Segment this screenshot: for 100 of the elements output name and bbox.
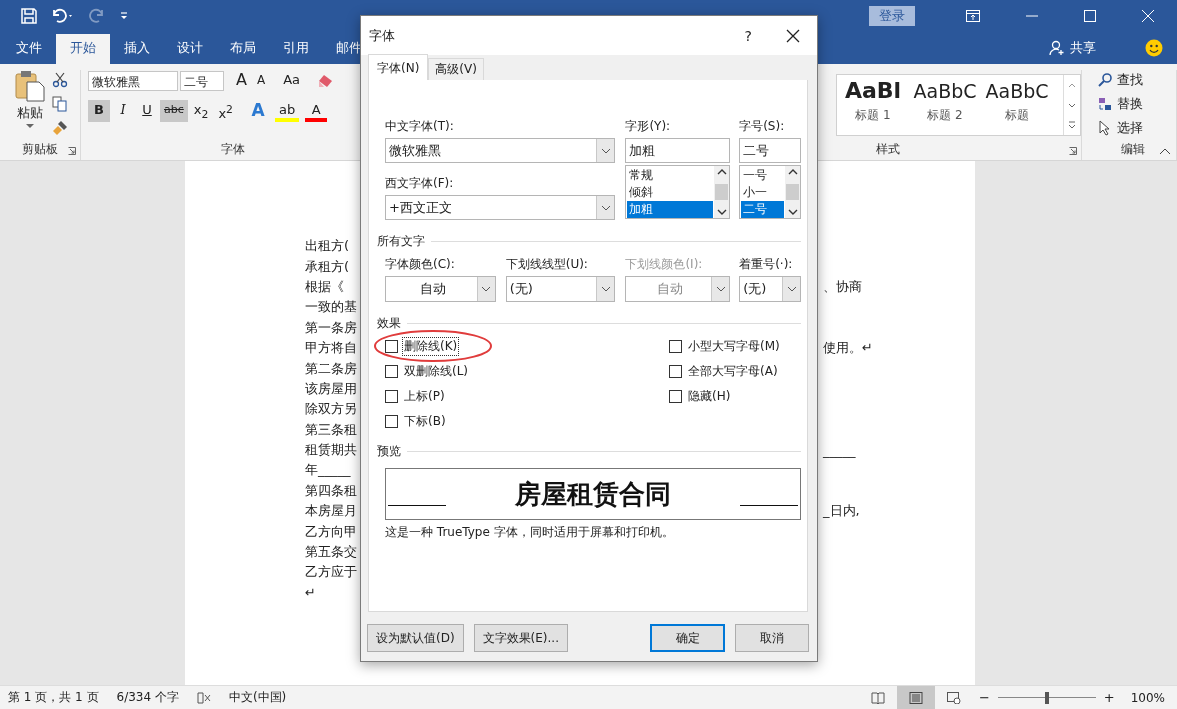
grow-font-button[interactable]: A: [232, 70, 251, 92]
scroll-down-icon[interactable]: [787, 209, 798, 215]
font-size-field[interactable]: 二号: [739, 138, 801, 163]
ribbon-tab[interactable]: 布局: [217, 34, 269, 64]
checkbox-label[interactable]: 全部大写字母(A): [686, 362, 780, 381]
maximize-icon[interactable]: [1084, 10, 1096, 22]
language-status[interactable]: 中文(中国): [228, 689, 287, 706]
scissors-icon[interactable]: [52, 72, 68, 88]
copy-icon[interactable]: [52, 96, 68, 112]
font-style-field[interactable]: 加粗: [625, 138, 731, 163]
checkbox-label[interactable]: 删除线(K): [402, 337, 460, 356]
style-item[interactable]: AaBbC 标题: [981, 75, 1053, 135]
smiley-icon[interactable]: [1145, 39, 1163, 57]
toolbar-button[interactable]: I: [112, 100, 134, 122]
ribbon-tab[interactable]: 插入: [111, 34, 163, 64]
toolbar-button[interactable]: A: [305, 100, 328, 122]
zoom-out-button[interactable]: −: [978, 690, 990, 705]
checkbox[interactable]: [385, 390, 398, 403]
chevron-down-icon[interactable]: [600, 204, 611, 211]
save-icon[interactable]: [21, 8, 37, 24]
checkbox-label[interactable]: 下标(B): [402, 412, 448, 431]
document-text: 、协商: [823, 277, 862, 296]
chinese-font-dropdown[interactable]: 微软雅黑: [385, 138, 616, 163]
list-option[interactable]: 小一: [741, 184, 784, 201]
share-button[interactable]: 共享: [1070, 39, 1096, 57]
scroll-down-icon[interactable]: [716, 209, 727, 215]
toolbar-button[interactable]: abc: [160, 100, 188, 122]
shrink-font-button[interactable]: A: [252, 70, 270, 92]
western-font-dropdown[interactable]: +西文正文: [385, 195, 616, 220]
toolbar-button[interactable]: x$_{2}$: [189, 100, 213, 122]
dialog-button[interactable]: 文字效果(E)...: [473, 624, 568, 652]
scroll-up-icon[interactable]: [716, 169, 727, 175]
collapse-ribbon-icon[interactable]: [1159, 148, 1171, 155]
chevron-down-icon[interactable]: [600, 286, 611, 292]
undo-icon[interactable]: [51, 8, 75, 24]
dropdown-field[interactable]: (无): [505, 276, 616, 302]
ribbon-tab[interactable]: 开始: [56, 34, 110, 64]
font-size-field[interactable]: 二号: [180, 71, 224, 91]
ribbon-tab[interactable]: 文件: [3, 34, 55, 64]
zoom-in-button[interactable]: +: [1103, 690, 1115, 705]
editing-button[interactable]: 选择: [1098, 118, 1176, 138]
checkbox[interactable]: [385, 365, 398, 378]
list-option[interactable]: 二号: [741, 201, 784, 218]
toolbar-button[interactable]: U: [136, 100, 158, 122]
checkbox[interactable]: [669, 390, 682, 403]
page-count[interactable]: 第 1 页，共 1 页: [8, 689, 99, 706]
checkbox-label[interactable]: 双删除线(L): [402, 362, 471, 381]
zoom-level[interactable]: 100%: [1130, 690, 1165, 705]
person-icon[interactable]: [1049, 40, 1065, 56]
dialog-button[interactable]: 设为默认值(D): [367, 624, 464, 652]
checkbox[interactable]: [669, 340, 682, 353]
style-item[interactable]: AaBl 标题 1: [837, 75, 909, 135]
customize-icon[interactable]: [119, 11, 129, 21]
dialog-launcher-icon[interactable]: [1069, 147, 1077, 155]
list-option[interactable]: 一号: [741, 167, 784, 184]
chevron-down-icon[interactable]: [481, 286, 492, 292]
checkbox[interactable]: [669, 365, 682, 378]
proofing-icon[interactable]: [196, 691, 211, 704]
dialog-launcher-icon[interactable]: [68, 147, 76, 155]
checkbox-label[interactable]: 隐藏(H): [686, 387, 733, 406]
dropdown-field[interactable]: (无): [739, 276, 801, 302]
ribbon-display-icon[interactable]: [966, 10, 980, 22]
checkbox-label[interactable]: 小型大写字母(M): [686, 337, 782, 356]
dropdown-field[interactable]: 自动: [385, 276, 496, 302]
dialog-button[interactable]: 确定: [650, 624, 725, 652]
eraser-icon[interactable]: [316, 73, 335, 89]
checkbox[interactable]: [385, 340, 398, 353]
word-count[interactable]: 6/334 个字: [116, 689, 179, 706]
editing-button[interactable]: 替换: [1098, 94, 1176, 114]
ribbon-tab[interactable]: 设计: [164, 34, 216, 64]
scroll-up-icon[interactable]: [787, 169, 798, 175]
toolbar-button[interactable]: A: [246, 100, 269, 122]
list-option[interactable]: 常规: [627, 167, 714, 184]
zoom-slider-thumb[interactable]: [1044, 691, 1049, 704]
sign-in-button[interactable]: 登录: [869, 6, 915, 26]
style-item[interactable]: AaBbC 标题 2: [909, 75, 981, 135]
dialog-button[interactable]: 取消: [735, 624, 809, 652]
list-option[interactable]: 加粗: [627, 201, 714, 218]
dialog-tab[interactable]: 字体(N): [368, 54, 429, 80]
format-painter-icon[interactable]: [52, 120, 68, 136]
toolbar-button[interactable]: B: [88, 100, 110, 122]
font-name-field[interactable]: 微软雅黑: [88, 71, 178, 91]
chevron-down-icon[interactable]: [600, 147, 611, 154]
editing-button[interactable]: 查找: [1098, 70, 1176, 90]
toolbar-button[interactable]: ab: [274, 100, 300, 122]
ribbon-tab[interactable]: 引用: [270, 34, 322, 64]
close-icon[interactable]: [786, 28, 800, 43]
list-scrollbar[interactable]: [714, 166, 730, 218]
list-option[interactable]: 倾斜: [627, 184, 714, 201]
checkbox-label[interactable]: 上标(P): [402, 387, 447, 406]
help-button[interactable]: ?: [744, 27, 752, 44]
toolbar-button[interactable]: x$^{2}$: [214, 100, 237, 122]
dialog-tab[interactable]: 高级(V): [428, 58, 484, 80]
chevron-down-icon[interactable]: [715, 286, 726, 292]
print-view-button[interactable]: [896, 686, 935, 709]
change-case-button[interactable]: Aa: [279, 70, 305, 92]
paste-button[interactable]: 粘贴: [14, 70, 46, 136]
chevron-down-icon[interactable]: [786, 286, 797, 292]
list-scrollbar[interactable]: [785, 166, 800, 218]
checkbox[interactable]: [385, 415, 398, 428]
